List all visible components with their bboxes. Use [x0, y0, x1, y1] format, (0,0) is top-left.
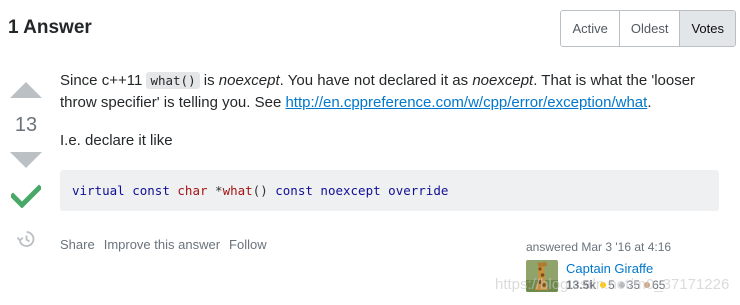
gold-badge-icon	[600, 282, 607, 289]
code-token: *	[207, 183, 223, 198]
bronze-badge-count: 65	[652, 278, 666, 292]
answers-header: 1 Answer Active Oldest Votes	[8, 10, 736, 47]
reputation-score: 13.5k	[566, 278, 597, 292]
paragraph-text: .	[647, 94, 652, 111]
paragraph-text: is	[199, 72, 219, 89]
tab-oldest[interactable]: Oldest	[618, 11, 680, 46]
code-token: override	[388, 183, 449, 198]
code-token: const	[275, 183, 313, 198]
answer-paragraph-1: Since c++11 what() is noexcept. You have…	[60, 70, 720, 114]
emphasis-text: noexcept	[472, 72, 534, 89]
code-token: noexcept	[320, 183, 381, 198]
user-name-link[interactable]: Captain Giraffe	[566, 261, 653, 276]
answered-time: answered Mar 3 '16 at 4:16	[526, 240, 672, 254]
accepted-checkmark-icon	[11, 184, 41, 208]
follow-link[interactable]: Follow	[229, 237, 267, 252]
answer-paragraph-2: I.e. declare it like	[60, 132, 173, 149]
giraffe-avatar[interactable]	[526, 260, 558, 292]
code-token: char	[177, 183, 208, 198]
bronze-badge-icon	[644, 282, 651, 289]
vote-count: 13	[14, 114, 38, 136]
silver-badge-count: 35	[626, 278, 641, 292]
sort-tabs: Active Oldest Votes	[560, 10, 736, 47]
share-link[interactable]: Share	[60, 237, 95, 252]
emphasis-text: noexcept	[218, 72, 280, 89]
answers-count: 1 Answer	[8, 17, 92, 38]
code-token: what	[222, 183, 253, 198]
post-menu: Share Improve this answer Follow	[60, 237, 267, 252]
tab-active[interactable]: Active	[561, 11, 619, 46]
upvote-arrow-icon[interactable]	[10, 82, 42, 98]
silver-badge-icon	[618, 282, 625, 289]
improve-answer-link[interactable]: Improve this answer	[104, 237, 220, 252]
paragraph-text: Since c++11	[60, 72, 147, 89]
tab-votes[interactable]: Votes	[679, 11, 735, 46]
code-block: virtual const char *what() const noexcep…	[60, 170, 719, 211]
history-icon[interactable]	[16, 229, 36, 249]
cppreference-link[interactable]: http://en.cppreference.com/w/cpp/error/e…	[285, 94, 647, 111]
code-token: virtual	[72, 183, 125, 198]
code-token: ()	[252, 183, 276, 198]
code-token: const	[132, 183, 170, 198]
paragraph-text: . You have not declared it as	[279, 72, 473, 89]
user-stats: 13.5k 5 35 65	[566, 278, 665, 292]
downvote-arrow-icon[interactable]	[10, 152, 42, 168]
inline-code: what()	[146, 72, 200, 89]
user-info-card: answered Mar 3 '16 at 4:16 Captain Giraf…	[526, 240, 726, 292]
gold-badge-count: 5	[608, 278, 615, 292]
answer-body: Since c++11 what() is noexcept. You have…	[60, 70, 720, 168]
